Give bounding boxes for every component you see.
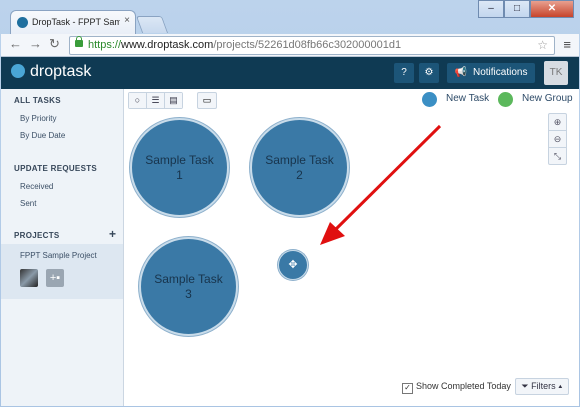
- annotation-arrow: [320, 124, 442, 245]
- arrow-shaft: [331, 124, 442, 234]
